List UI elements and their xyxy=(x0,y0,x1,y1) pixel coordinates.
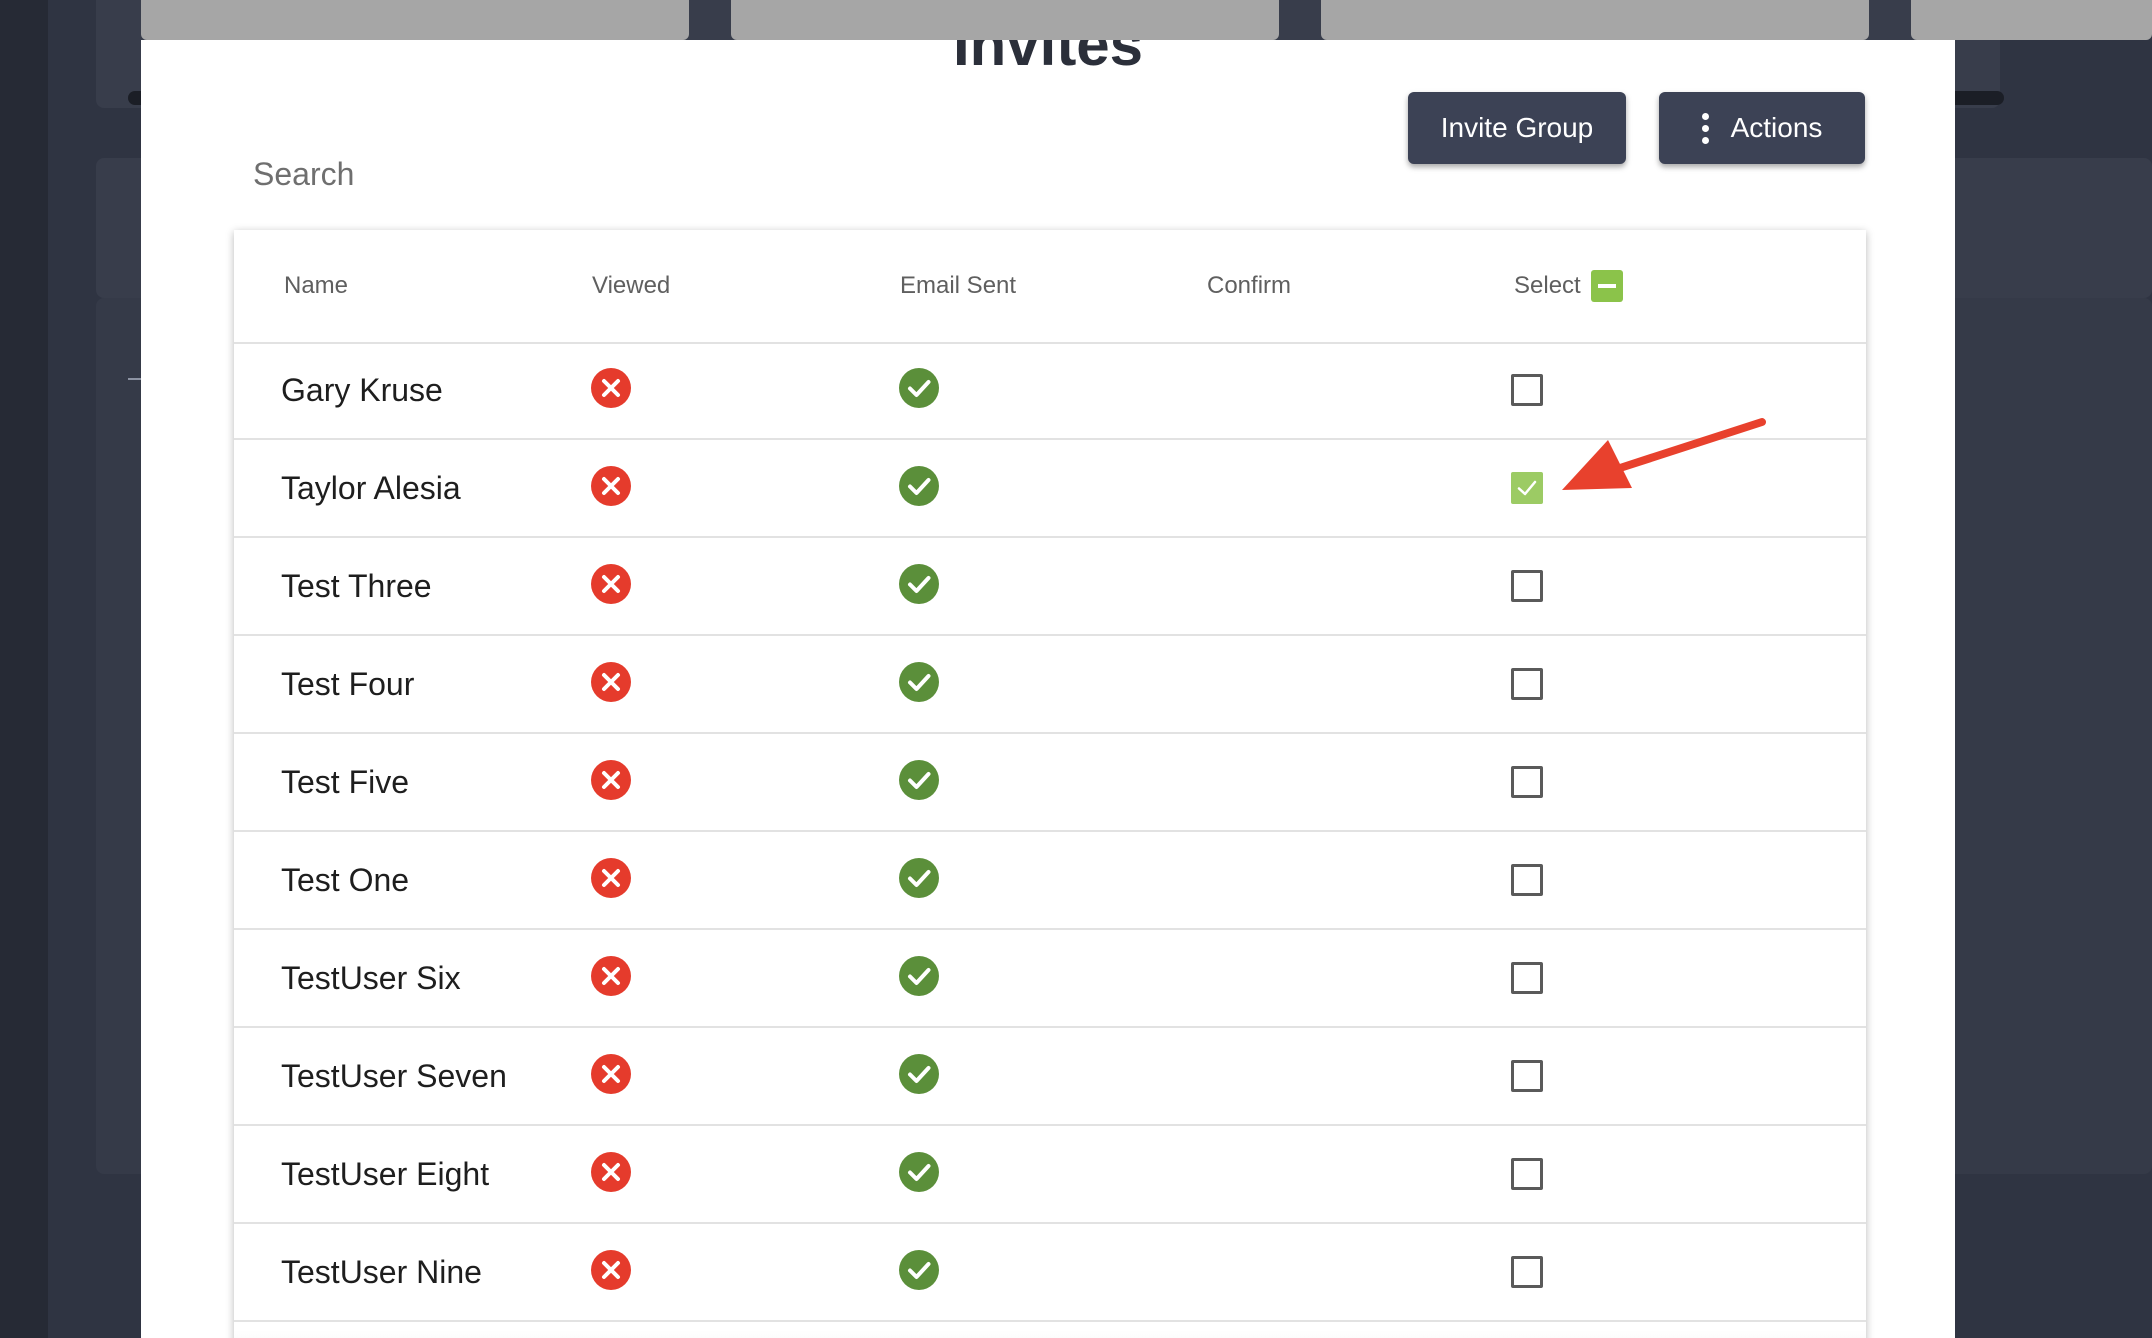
check-circle-icon xyxy=(899,1054,939,1094)
check-circle-icon xyxy=(899,466,939,506)
column-header-select: Select xyxy=(1514,230,1623,342)
invitee-name: Taylor Alesia xyxy=(281,469,461,506)
table-row: Test One xyxy=(234,832,1866,930)
row-select-checkbox[interactable] xyxy=(1511,472,1543,504)
invitee-name: TestUser Six xyxy=(281,959,461,996)
modal-title: Invites xyxy=(952,40,1144,78)
column-header-name: Name xyxy=(284,272,349,299)
background-tab-4 xyxy=(1911,0,2152,40)
kebab-menu-icon xyxy=(1701,112,1709,144)
check-circle-icon xyxy=(899,1152,939,1192)
column-header-viewed: Viewed xyxy=(592,272,671,299)
invitee-name: TestUser Seven xyxy=(281,1057,507,1094)
table-row: TestUser Six xyxy=(234,930,1866,1028)
background-divider xyxy=(128,378,142,380)
x-circle-icon xyxy=(591,1250,631,1290)
row-select-checkbox[interactable] xyxy=(1511,1256,1543,1288)
invitee-name: TestUser Nine xyxy=(281,1253,482,1290)
row-select-checkbox[interactable] xyxy=(1511,374,1543,406)
x-circle-icon xyxy=(591,662,631,702)
check-circle-icon xyxy=(899,858,939,898)
check-circle-icon xyxy=(899,564,939,604)
table-row: Test Three xyxy=(234,538,1866,636)
x-circle-icon xyxy=(591,466,631,506)
invite-group-button[interactable]: Invite Group xyxy=(1408,92,1626,164)
red-arrow-icon xyxy=(1562,418,1766,490)
row-select-checkbox[interactable] xyxy=(1511,570,1543,602)
column-header-select-label: Select xyxy=(1514,272,1581,299)
x-circle-icon xyxy=(591,1054,631,1094)
actions-button[interactable]: Actions xyxy=(1659,92,1865,164)
x-circle-icon xyxy=(591,368,631,408)
invitee-name: Test Four xyxy=(281,665,415,702)
table-row: TestUser Seven xyxy=(234,1028,1866,1126)
row-select-checkbox[interactable] xyxy=(1511,962,1543,994)
x-circle-icon xyxy=(591,858,631,898)
check-circle-icon xyxy=(899,956,939,996)
check-circle-icon xyxy=(899,1250,939,1290)
invites-table: Name Viewed Email Sent Confirm Select Ga… xyxy=(234,230,1866,1338)
background-sidebar xyxy=(0,0,48,1338)
check-circle-icon xyxy=(899,760,939,800)
search-field xyxy=(253,122,895,232)
table-row: TestUser Nine xyxy=(234,1224,1866,1322)
invitee-name: TestUser Eight xyxy=(281,1155,490,1192)
table-fade xyxy=(234,1330,1866,1338)
invitee-name: Test One xyxy=(281,861,410,898)
row-select-checkbox[interactable] xyxy=(1511,1060,1543,1092)
column-header-email-sent: Email Sent xyxy=(900,272,1017,299)
check-circle-icon xyxy=(899,662,939,702)
search-input[interactable] xyxy=(253,148,883,200)
row-select-checkbox[interactable] xyxy=(1511,864,1543,896)
row-select-checkbox[interactable] xyxy=(1511,766,1543,798)
check-circle-icon xyxy=(899,368,939,408)
invitee-name: Test Five xyxy=(281,763,410,800)
row-select-checkbox[interactable] xyxy=(1511,668,1543,700)
invitee-name: Test Three xyxy=(281,567,432,604)
table-row: Test Five xyxy=(234,734,1866,832)
invite-group-label: Invite Group xyxy=(1440,112,1594,143)
table-row: TestUser Eight xyxy=(234,1126,1866,1224)
checkmark-icon xyxy=(1517,480,1537,496)
background-tab-2 xyxy=(731,0,1279,40)
column-header-confirm: Confirm xyxy=(1207,272,1292,299)
table-header: Name Viewed Email Sent Confirm Select xyxy=(234,230,1866,344)
x-circle-icon xyxy=(591,1152,631,1192)
x-circle-icon xyxy=(591,956,631,996)
invites-modal: Invites Invite Group Actions Name Viewed… xyxy=(141,40,1955,1338)
background-tab-3 xyxy=(1321,0,1869,40)
table-row: Test Four xyxy=(234,636,1866,734)
row-select-checkbox[interactable] xyxy=(1511,1158,1543,1190)
background-tab-1 xyxy=(141,0,689,40)
invitee-name: Gary Kruse xyxy=(281,371,443,408)
x-circle-icon xyxy=(591,564,631,604)
actions-label: Actions xyxy=(1730,112,1823,143)
x-circle-icon xyxy=(591,760,631,800)
indeterminate-checkbox-icon[interactable] xyxy=(1590,270,1623,302)
